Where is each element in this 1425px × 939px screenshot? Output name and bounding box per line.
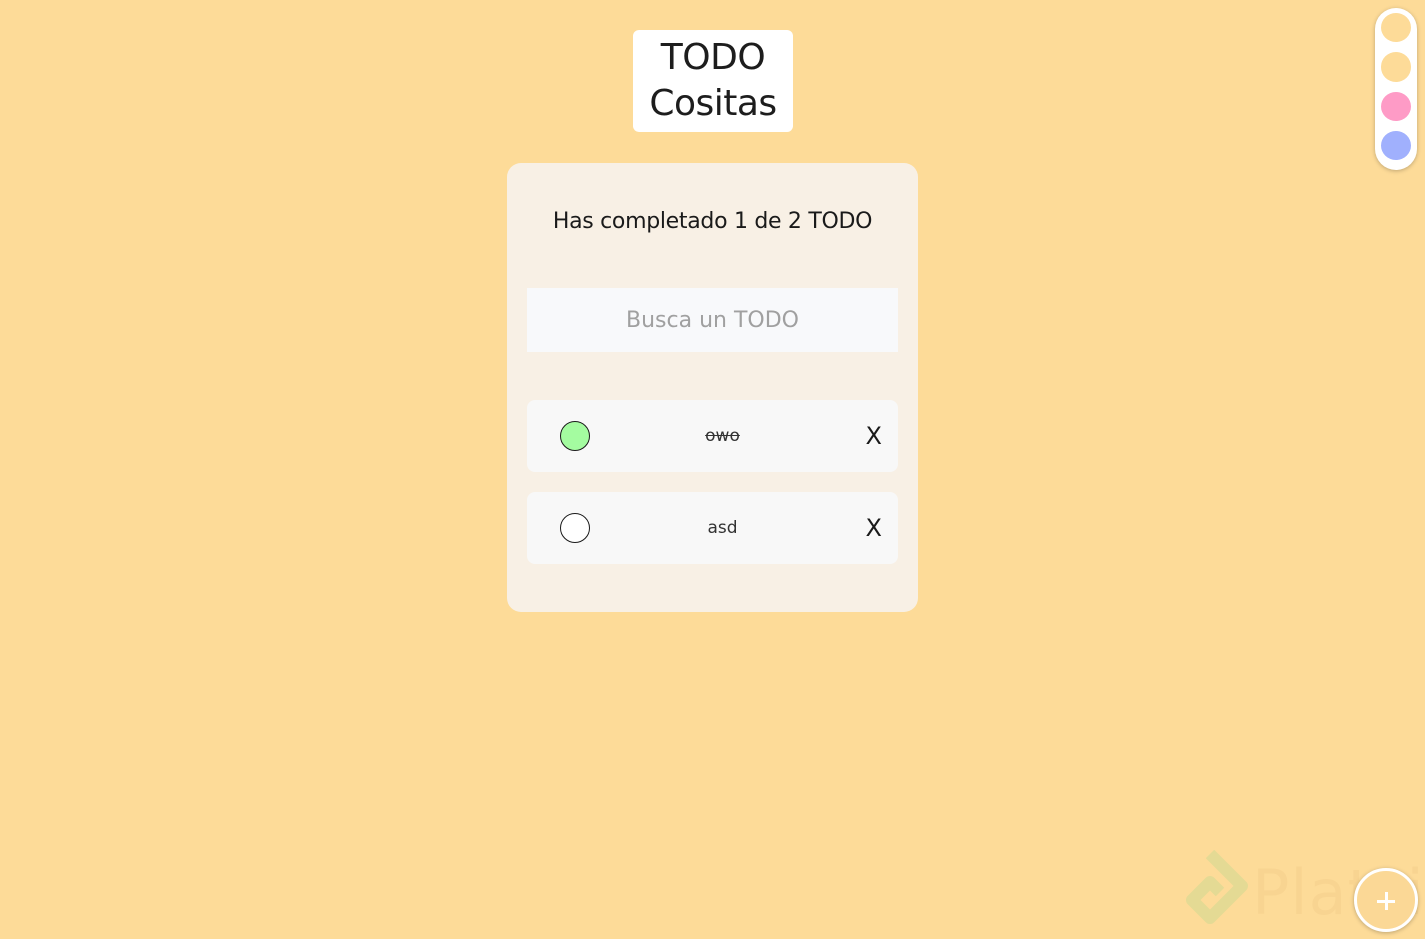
color-swatch-3[interactable]	[1381, 91, 1411, 121]
platzi-logo-icon	[1186, 850, 1248, 924]
search-input[interactable]	[527, 288, 898, 352]
todo-text: asd	[707, 518, 738, 538]
color-swatch-2[interactable]	[1381, 52, 1411, 82]
color-swatch-4[interactable]	[1381, 130, 1411, 160]
color-swatch-1[interactable]	[1381, 13, 1411, 43]
todo-item: asd X	[527, 492, 898, 564]
todo-list: owo X asd X	[527, 400, 898, 584]
delete-icon[interactable]: X	[866, 492, 882, 564]
add-todo-button[interactable]	[1354, 868, 1418, 932]
app-title-line2: Cositas	[649, 83, 777, 124]
todo-item: owo X	[527, 400, 898, 472]
complete-check-icon[interactable]	[560, 421, 590, 451]
todo-card: Has completado 1 de 2 TODO owo X asd X	[507, 163, 918, 612]
todo-counter: Has completado 1 de 2 TODO	[552, 209, 873, 234]
color-picker	[1375, 8, 1417, 170]
app-title-line1: TODO	[660, 37, 766, 78]
delete-icon[interactable]: X	[866, 400, 882, 472]
app-title: TODO Cositas	[633, 30, 793, 132]
todo-text: owo	[705, 426, 740, 446]
complete-check-icon[interactable]	[560, 513, 590, 543]
plus-icon-vertical	[1384, 892, 1388, 910]
